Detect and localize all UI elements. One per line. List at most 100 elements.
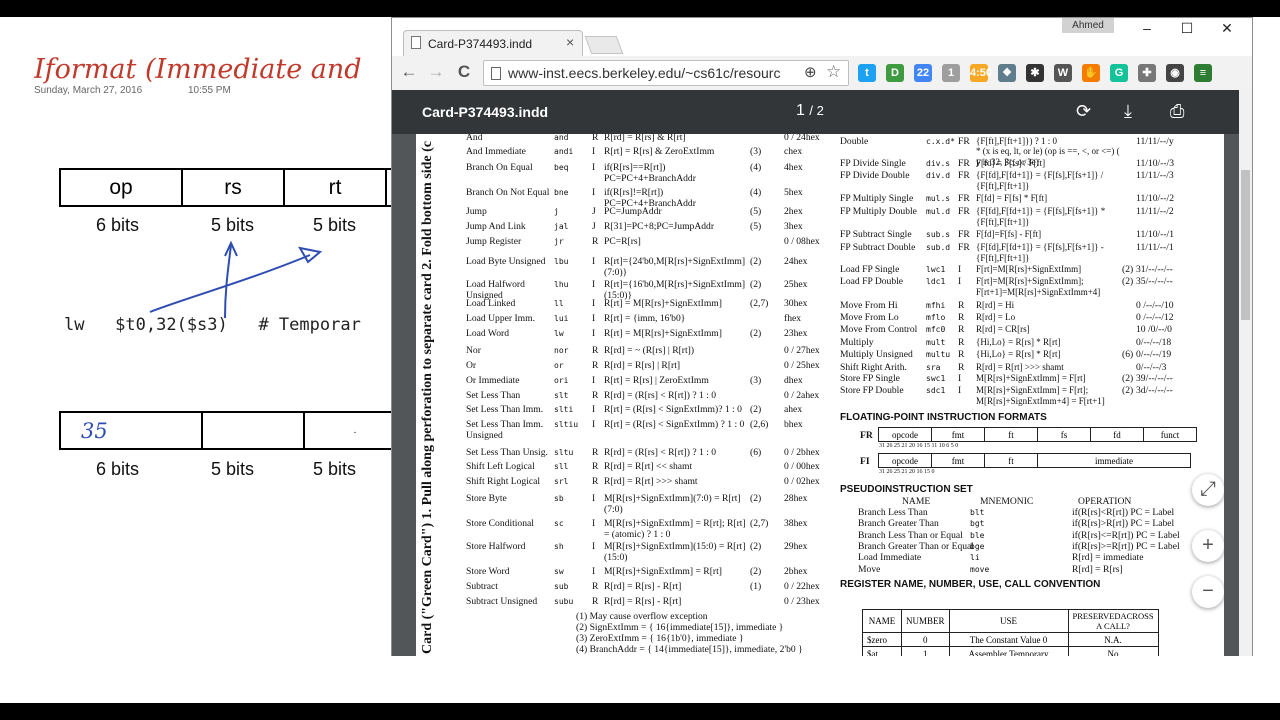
maximize-button[interactable]: ☐ — [1167, 18, 1207, 38]
fp-instruction-format: FR — [958, 229, 970, 240]
close-window-button[interactable]: ✕ — [1207, 18, 1247, 38]
fp-instruction-note: (2) — [1122, 264, 1134, 275]
new-tab-button[interactable] — [584, 36, 624, 54]
vertical-scrollbar[interactable] — [1239, 90, 1252, 656]
instruction-opcode: 29hex — [784, 541, 808, 552]
register-cell: The Constant Value 0 — [948, 632, 1069, 647]
download-icon[interactable]: ⤓ — [1124, 101, 1132, 122]
fp-instruction-opcode: 11/10/--/3 — [1136, 158, 1175, 169]
fp-instruction-mnemonic: div.s — [926, 159, 951, 168]
wordpress-ext-icon[interactable]: W — [1054, 64, 1072, 82]
minimize-button[interactable]: ‒ — [1127, 18, 1167, 38]
instruction-format: R — [592, 134, 599, 143]
fp-instruction-mnemonic: sub.d — [926, 243, 951, 252]
fp-instruction-opcode: 11/11/--/2 — [1136, 206, 1174, 217]
iformat-field-table: op rs rt — [59, 168, 391, 207]
instruction-mnemonic: ll — [554, 299, 564, 308]
instruction-mnemonic: sll — [554, 462, 569, 471]
instruction-mnemonic: jr — [554, 237, 564, 246]
instruction-format: I — [592, 298, 596, 309]
fp-instruction-operation: {Hi,Lo} = R[rs] * R[rt] — [976, 349, 1061, 359]
fp-instruction-opcode: 11/10/--/2 — [1136, 193, 1175, 204]
fp-instruction-opcode: 0/--/--/18 — [1136, 337, 1172, 348]
instruction-name: Shift Right Logical — [466, 476, 541, 487]
fp-instruction-format: I — [958, 385, 962, 396]
zoom-icon[interactable]: ⊕ — [804, 63, 817, 81]
fit-to-page-button[interactable]: ⤢ — [1192, 474, 1224, 506]
instruction-name: Load Linked — [466, 298, 516, 309]
profile-chip[interactable]: Ahmed — [1062, 18, 1114, 33]
print-icon[interactable]: ⎙ — [1170, 101, 1184, 122]
bits-op: 6 bits — [96, 215, 140, 235]
browser-toolbar: ← → C www-inst.eecs.berkeley.edu/~cs61c/… — [392, 56, 1252, 91]
shield-ext-icon[interactable]: 1 — [942, 64, 960, 82]
back-button[interactable]: ← — [398, 61, 420, 83]
fp-instruction-opcode: 11/11/--/3 — [1136, 170, 1174, 181]
fp-instruction-operation: F[fd] = F[fs] / F[ft] — [976, 158, 1046, 168]
instruction-operation: PC=R[rs] — [604, 236, 641, 247]
encoded-bits-rt: 5 bits — [313, 459, 357, 479]
address-bar[interactable]: www-inst.eecs.berkeley.edu/~cs61c/resour… — [483, 60, 849, 86]
instruction-note: (2) — [750, 541, 762, 552]
fp-instruction-operation: R[rd] = Lo — [976, 312, 1016, 322]
forward-button[interactable]: → — [425, 61, 447, 83]
scroll-thumb[interactable] — [1241, 170, 1250, 320]
fp-instruction-operation: F[rt]=M[R[rs]+SignExtImm] — [976, 264, 1082, 274]
instruction-opcode: 2hex — [784, 206, 803, 217]
fr-field: fs — [1037, 427, 1091, 442]
instruction-opcode: 0 / 23hex — [784, 596, 820, 607]
twitter-ext-icon[interactable]: t — [858, 64, 876, 82]
instruction-format: I — [592, 146, 596, 157]
gear-ext-icon[interactable]: ✱ — [1026, 64, 1044, 82]
pseudo-header-cell: OPERATION — [1078, 496, 1132, 507]
instruction-mnemonic: subu — [554, 597, 574, 606]
instruction-name: Set Less Than Imm. Unsigned — [466, 419, 544, 441]
grammarly-ext-icon[interactable]: G — [1110, 64, 1128, 82]
instruction-format: R — [592, 236, 599, 247]
instruction-note: (2) — [750, 404, 762, 415]
instruction-note: (2,6) — [750, 419, 769, 430]
instruction-operation: R[rd] = ~ (R[rs] | R[rt]) — [604, 345, 695, 356]
pseudo-title: PSEUDOINSTRUCTION SET — [840, 484, 973, 495]
register-cell: 1 — [901, 646, 950, 656]
badge-ext-icon[interactable]: 4:50 — [970, 64, 992, 82]
tab-pdf[interactable]: Card-P374493.indd × — [403, 30, 583, 56]
instruction-note: (3) — [750, 146, 762, 157]
menu-ext-icon[interactable]: ≡ — [1194, 64, 1212, 82]
field-op: op — [59, 168, 183, 207]
pseudo-header-cell: NAME — [902, 496, 931, 507]
pdf-page-indicator: 1 / 2 — [796, 102, 824, 120]
instruction-format: I — [592, 493, 596, 504]
instruction-note: (6) — [750, 447, 762, 458]
zoom-out-button[interactable]: − — [1192, 576, 1224, 608]
zoom-in-button[interactable]: + — [1192, 530, 1224, 562]
calendar-ext-icon[interactable]: 22 — [914, 64, 932, 82]
instruction-mnemonic: slt — [554, 391, 569, 400]
fp-instruction-operation: M[R[rs]+SignExtImm] = F[rt] — [976, 373, 1086, 383]
close-icon[interactable]: × — [566, 34, 574, 50]
fp-instruction-mnemonic: c.x.d* — [926, 137, 955, 146]
star-icon[interactable]: ☆ — [826, 62, 841, 82]
register-row: $at 1 Assembler Temporary No — [862, 646, 1159, 656]
instruction-operation: M[R[rs]+SignExtImm] = R[rt]; R[rt] = (at… — [604, 518, 746, 540]
hand-ext-icon[interactable]: ✋ — [1082, 64, 1100, 82]
instruction-format: I — [592, 518, 596, 529]
green-d-ext-icon[interactable]: D — [886, 64, 904, 82]
dropbox-ext-icon[interactable]: ❖ — [998, 64, 1016, 82]
pdf-title: Card-P374493.indd — [422, 104, 549, 120]
url-text[interactable]: www-inst.eecs.berkeley.edu/~cs61c/resour… — [508, 65, 780, 81]
chat-ext-icon[interactable]: ◉ — [1166, 64, 1184, 82]
puzzle-ext-icon[interactable]: ✚ — [1138, 64, 1156, 82]
pdf-page-number[interactable]: 1 — [796, 102, 805, 119]
pseudo-cell: if(R[rs]>=R[rt]) PC = Label — [1072, 540, 1180, 552]
instruction-opcode: 2bhex — [784, 566, 808, 577]
fp-instruction-mnemonic: mfc0 — [926, 325, 946, 334]
register-cell: Assembler Temporary — [948, 646, 1069, 656]
pseudo-cell: li — [970, 553, 980, 563]
fi-format-table: opcode fmt ft immediate — [878, 453, 1191, 468]
tab-strip: Card-P374493.indd × Ahmed ‒ ☐ ✕ — [392, 18, 1252, 56]
reload-button[interactable]: C — [453, 61, 475, 83]
instruction-mnemonic: andi — [554, 147, 574, 156]
rotate-icon[interactable]: ⟳ — [1076, 101, 1091, 122]
instruction-format: R — [592, 581, 599, 592]
